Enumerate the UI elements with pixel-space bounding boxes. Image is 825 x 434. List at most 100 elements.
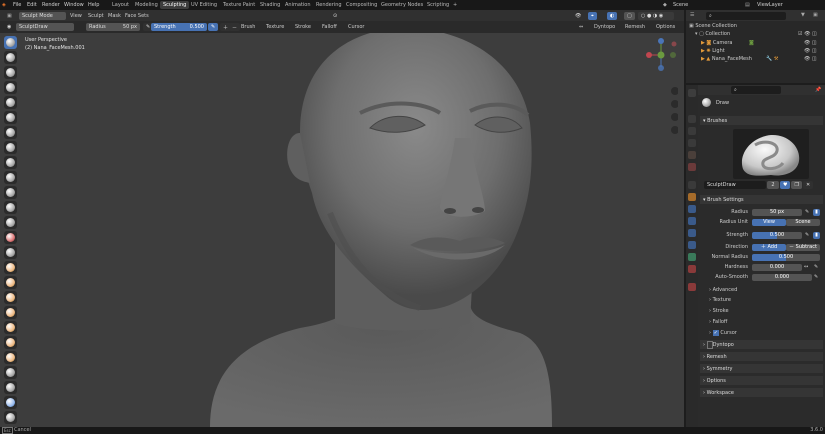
transform-tool[interactable] — [4, 411, 17, 424]
properties-search-input[interactable]: ⌕ — [731, 86, 781, 94]
tab-geometry-nodes[interactable]: Geometry Nodes — [378, 1, 426, 9]
shading-modes[interactable]: ○ ● ◑ ◉ — [638, 12, 674, 20]
brush-icon[interactable]: ◉ — [4, 23, 15, 31]
outliner-collection[interactable]: ▾ ▢ Collection ☑ 👁 ◫ — [695, 31, 825, 39]
duplicate-brush-icon[interactable]: ❐ — [791, 181, 802, 189]
tool-tab-icon[interactable] — [688, 89, 696, 97]
menu-mask[interactable]: Mask — [108, 13, 121, 19]
scene-selector[interactable]: Scene — [673, 2, 688, 8]
symmetry-icon[interactable]: ⇔ — [579, 24, 583, 30]
mask-tool[interactable] — [4, 366, 17, 379]
direction-add-button[interactable]: ＋ Add — [752, 244, 786, 251]
crease-tool[interactable] — [4, 156, 17, 169]
outliner-scene-collection[interactable]: ▣ Scene Collection — [689, 23, 825, 31]
brush-selector[interactable]: SculptDraw — [16, 23, 74, 31]
material-tab-icon[interactable] — [688, 265, 696, 273]
radius-lock-icon[interactable]: ▮ — [813, 209, 820, 216]
stroke-menu[interactable]: Stroke — [295, 24, 311, 30]
strength-pressure-icon[interactable]: ✎ — [208, 23, 219, 31]
brush-users-count[interactable]: 2 — [767, 181, 779, 189]
camera-visibility-icon[interactable]: 👁 ◫ — [804, 40, 817, 46]
fill-tool[interactable] — [4, 201, 17, 214]
menu-view[interactable]: View — [70, 13, 82, 19]
radius-field[interactable]: Radius 50 px — [86, 23, 140, 31]
menu-help[interactable]: Help — [88, 2, 99, 8]
falloff-subpanel[interactable]: › Falloff — [709, 319, 727, 325]
particles-tab-icon[interactable] — [688, 217, 696, 225]
physics-tab-icon[interactable] — [688, 229, 696, 237]
menu-face-sets[interactable]: Face Sets — [125, 13, 149, 19]
radius-unit-scene-button[interactable]: Scene — [786, 219, 820, 226]
elastic-deform-tool[interactable] — [4, 276, 17, 289]
options-panel-header[interactable]: › Options — [700, 376, 823, 385]
collection-tab-icon[interactable] — [688, 181, 696, 189]
direction-subtract-button[interactable]: － Subtract — [786, 244, 820, 251]
brush-settings-panel-header[interactable]: ▾ Brush Settings — [700, 195, 823, 204]
layer-tool[interactable] — [4, 111, 17, 124]
mode-selector[interactable]: Sculpt Mode — [19, 12, 66, 20]
strength-field[interactable]: Strength 0.500 — [151, 23, 207, 31]
brush-preview[interactable] — [733, 129, 809, 179]
tab-rendering[interactable]: Rendering — [313, 1, 345, 9]
object-tab-icon[interactable] — [688, 193, 696, 201]
dyntopo-panel-header[interactable]: › Dyntopo — [700, 340, 823, 349]
menu-edit[interactable]: Edit — [27, 2, 37, 8]
pin-icon[interactable]: 📌 — [815, 87, 821, 93]
tab-modeling[interactable]: Modeling — [132, 1, 161, 9]
outliner-mesh[interactable]: ▶ ▲ Nana_FaceMesh 🔧 ⚒ 👁 ◫ — [701, 56, 825, 64]
light-visibility-icon[interactable]: 👁 ◫ — [804, 48, 817, 54]
brush-menu[interactable]: Brush — [241, 24, 255, 30]
tab-compositing[interactable]: Compositing — [343, 1, 380, 9]
mesh-visibility-icon[interactable]: 👁 ◫ — [804, 56, 817, 62]
stroke-subpanel[interactable]: › Stroke — [709, 308, 729, 314]
thumb-tool[interactable] — [4, 306, 17, 319]
scene-tab-icon[interactable] — [688, 151, 696, 159]
pinch-tool[interactable] — [4, 246, 17, 259]
clay-thumb-tool[interactable] — [4, 96, 17, 109]
view-layer-selector[interactable]: ViewLayer — [757, 2, 783, 8]
constraints-tab-icon[interactable] — [688, 241, 696, 249]
texture-subpanel[interactable]: › Texture — [709, 297, 731, 303]
overlay-toggle-icon[interactable]: ◐ — [607, 12, 618, 20]
blob-tool[interactable] — [4, 141, 17, 154]
clay-strips-tool[interactable] — [4, 81, 17, 94]
xray-icon[interactable]: ▢ — [624, 12, 635, 20]
falloff-menu[interactable]: Falloff — [322, 24, 337, 30]
cursor-checkbox[interactable]: ✓ — [712, 330, 719, 336]
smooth-tool[interactable] — [4, 171, 17, 184]
clay-tool[interactable] — [4, 66, 17, 79]
grab-tool[interactable] — [4, 261, 17, 274]
new-collection-icon[interactable]: ▣ — [813, 12, 818, 18]
collection-checkbox-icon[interactable]: ☑ 👁 ◫ — [798, 31, 817, 37]
auto-smooth-pressure-icon[interactable]: ✎ — [814, 274, 818, 280]
inflate-tool[interactable] — [4, 126, 17, 139]
draw-sharp-tool[interactable] — [4, 51, 17, 64]
radius-pressure-prop-icon[interactable]: ✎ — [805, 209, 809, 215]
output-tab-icon[interactable] — [688, 127, 696, 135]
hardness-pressure-icon[interactable]: ✎ — [814, 264, 818, 270]
workspace-panel-header[interactable]: › Workspace — [700, 388, 823, 397]
filter-icon[interactable]: ▼ — [801, 12, 805, 18]
pivot-icon[interactable]: ⊙ — [330, 12, 341, 20]
face-set-tool[interactable] — [4, 396, 17, 409]
render-tab-icon[interactable] — [688, 115, 696, 123]
editor-type-icon[interactable]: ▣ — [4, 12, 15, 20]
options-menu[interactable]: Options — [656, 24, 675, 30]
outliner-camera[interactable]: ▶ ◙ Camera ◙ 👁 ◫ — [701, 40, 825, 48]
outliner-editor-icon[interactable]: ☰ — [690, 12, 694, 18]
data-tab-icon[interactable] — [688, 253, 696, 261]
fake-user-icon[interactable]: ♥ — [780, 181, 791, 189]
3d-viewport[interactable] — [0, 33, 684, 427]
modifier-tab-icon[interactable] — [688, 205, 696, 213]
radius-prop-field[interactable]: 50 px — [752, 209, 802, 216]
world-tab-icon[interactable] — [688, 163, 696, 171]
radius-unit-view-button[interactable]: View — [752, 219, 786, 226]
tab-animation[interactable]: Animation — [282, 1, 314, 9]
rotate-tool[interactable] — [4, 351, 17, 364]
strength-pressure-prop-icon[interactable]: ✎ — [805, 232, 809, 238]
tab-texture-paint[interactable]: Texture Paint — [220, 1, 258, 9]
hardness-field[interactable]: 0.000 — [752, 264, 802, 271]
menu-window[interactable]: Window — [64, 2, 84, 8]
remesh-panel-header[interactable]: › Remesh — [700, 352, 823, 361]
direction-subtract-icon[interactable]: － — [229, 23, 241, 31]
